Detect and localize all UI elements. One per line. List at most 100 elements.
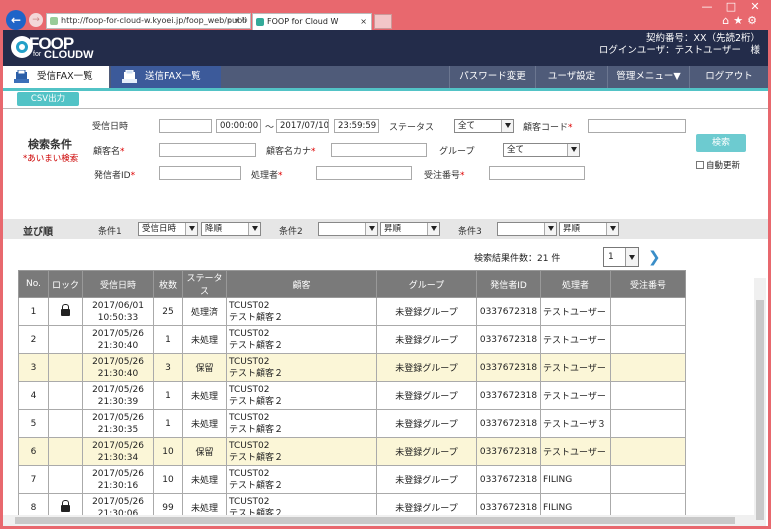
address-bar[interactable]: http://foop-for-cloud-w.kyoei.jp/foop_we… [46, 13, 251, 29]
horizontal-scrollbar[interactable] [3, 515, 754, 526]
customer-name-label-text: 顧客名 [93, 147, 121, 157]
minimize-button[interactable]: — [694, 0, 720, 14]
page-select[interactable]: 1 [603, 247, 639, 267]
col-recv-date[interactable]: 受信日時 [82, 270, 154, 298]
search-button[interactable]: 検索 [696, 134, 746, 152]
close-window-button[interactable]: ✕ [742, 0, 768, 14]
col-pages[interactable]: 枚数 [153, 270, 183, 298]
fax-table: No. ロック 受信日時 枚数 ステータス 顧客 グループ 発信者ID 処理者 … [18, 270, 686, 526]
row-lock [48, 297, 83, 326]
sort-cond2-field-select[interactable] [318, 222, 378, 236]
browser-tools-icons[interactable]: ⌂★⚙ [722, 14, 761, 27]
row-time: 21:30:35 [97, 424, 139, 435]
csv-export-button[interactable]: CSV出力 [17, 92, 79, 106]
admin-menu-link[interactable]: 管理メニュー▼ [607, 66, 689, 88]
col-handler[interactable]: 処理者 [540, 270, 611, 298]
row-lock [48, 437, 83, 466]
sort-cond3-field-select[interactable] [497, 222, 557, 236]
col-customer[interactable]: 顧客 [226, 270, 377, 298]
sort-cond3-order-select[interactable]: 昇順 [559, 222, 619, 236]
status-select[interactable]: 全て [454, 119, 514, 133]
customer-kana-asterisk: * [311, 147, 316, 157]
row-date: 2017/05/26 [92, 412, 144, 423]
sort-cond1-field-select[interactable]: 受信日時 [138, 222, 198, 236]
row-time: 21:30:40 [97, 368, 139, 379]
customer-name-label: 顧客名* [93, 144, 125, 157]
app-header: FOOP for CLOUDW 契約番号：XX（先読2桁） ログインユーザ：テス… [3, 30, 768, 66]
user-settings-link[interactable]: ユーザ設定 [535, 66, 607, 88]
row-customer: TCUST02テスト顧客２ [226, 353, 377, 382]
received-fax-icon [14, 70, 29, 83]
handler-input[interactable] [316, 166, 412, 180]
vertical-scrollbar[interactable] [754, 278, 766, 526]
table-row[interactable]: 7 2017/05/26 21:30:16 10 未処理 TCUST02 テスト顧客２ 未登録… [18, 465, 686, 494]
status-label: ステータス [389, 123, 435, 133]
row-no: 7 [18, 465, 49, 494]
time-from-input[interactable]: 00:00:00 [216, 119, 261, 133]
table-row[interactable]: 3 2017/05/26 21:30:40 3 保留 TCUST02 テスト顧客２ 未登録グル… [18, 353, 686, 382]
close-tab-icon[interactable]: × [360, 14, 367, 30]
password-change-link[interactable]: パスワード変更 [449, 66, 535, 88]
row-group: 未登録グループ [376, 381, 477, 410]
group-select[interactable]: 全て [503, 143, 580, 157]
row-handler: テストユーザー [540, 437, 611, 466]
col-no[interactable]: No. [18, 270, 49, 298]
col-sender-id[interactable]: 発信者ID [476, 270, 541, 298]
table-row[interactable]: 2 2017/05/26 21:30:40 1 未処理 TCUST02 テスト顧客２ 未登録グ… [18, 325, 686, 354]
sent-fax-icon [122, 70, 137, 83]
auto-refresh-checkbox[interactable]: 自動更新 [696, 159, 740, 171]
horizontal-scroll-thumb[interactable] [15, 517, 735, 524]
logo-for-text: for [33, 51, 42, 58]
customer-name-input[interactable] [159, 143, 256, 157]
forward-arrow-icon[interactable]: → [29, 13, 43, 27]
row-order-no [610, 297, 686, 326]
vertical-scroll-thumb[interactable] [756, 300, 764, 520]
order-no-input[interactable] [489, 166, 585, 180]
row-handler: FILING [540, 465, 611, 494]
sort-cond2-order-value: 昇順 [384, 224, 402, 234]
row-pages: 1 [153, 409, 183, 438]
table-row[interactable]: 6 2017/05/26 21:30:34 10 保留 TCUST02 テスト顧客２ 未登録グ… [18, 437, 686, 466]
row-time: 10:50:33 [97, 312, 139, 323]
address-tools-icon[interactable]: ⌕ ▾ ↻ [228, 14, 248, 28]
row-pages: 1 [153, 381, 183, 410]
row-pages: 10 [153, 465, 183, 494]
sort-cond1-order-select[interactable]: 降順 [201, 222, 261, 236]
checkbox-icon[interactable] [696, 161, 704, 169]
chevron-down-icon [505, 123, 511, 128]
col-lock[interactable]: ロック [48, 270, 83, 298]
row-time: 21:30:39 [97, 396, 139, 407]
chevron-down-icon [252, 226, 258, 231]
logout-link[interactable]: ログアウト [689, 66, 768, 88]
time-to-input[interactable]: 23:59:59 [334, 119, 379, 133]
col-group[interactable]: グループ [376, 270, 477, 298]
row-lock [48, 465, 83, 494]
row-sender-id: 0337672318 [476, 297, 541, 326]
tab-sent-fax[interactable]: 送信FAX一覧 [111, 66, 221, 88]
sort-cond2-order-select[interactable]: 昇順 [380, 222, 440, 236]
customer-kana-input[interactable] [331, 143, 427, 157]
col-status[interactable]: ステータス [182, 270, 227, 298]
chevron-right-icon[interactable]: ❯ [648, 248, 661, 266]
tab-received-fax[interactable]: 受信FAX一覧 [3, 66, 109, 88]
row-customer: TCUST02テスト顧客２ [226, 465, 377, 494]
browser-tab[interactable]: FOOP for Cloud W × [252, 13, 372, 30]
table-row[interactable]: 1 2017/06/01 10:50:33 25 処理済 TCUST02 テスト顧客２ 未登録… [18, 297, 686, 326]
table-row[interactable]: 4 2017/05/26 21:30:39 1 未処理 TCUST02 テスト顧客２ 未登録グ… [18, 381, 686, 410]
col-order-no[interactable]: 受注番号 [610, 270, 686, 298]
customer-code-input[interactable] [588, 119, 686, 133]
sender-id-input[interactable] [159, 166, 241, 180]
chevron-down-icon [610, 226, 616, 231]
row-order-no [610, 325, 686, 354]
new-tab-button[interactable] [374, 14, 392, 29]
row-group: 未登録グループ [376, 353, 477, 382]
maximize-button[interactable]: □ [718, 0, 744, 14]
row-recv-date: 2017/05/26 21:30:34 [82, 437, 154, 466]
date-from-input[interactable] [159, 119, 212, 133]
back-arrow-icon[interactable]: ← [6, 10, 26, 30]
date-to-input[interactable]: 2017/07/10 [276, 119, 329, 133]
order-no-label-text: 受注番号 [424, 171, 461, 181]
auto-refresh-label: 自動更新 [706, 161, 741, 171]
table-row[interactable]: 5 2017/05/26 21:30:35 1 未処理 TCUST02 テスト顧客２ 未登録グ… [18, 409, 686, 438]
customer-code-asterisk: * [568, 123, 573, 133]
